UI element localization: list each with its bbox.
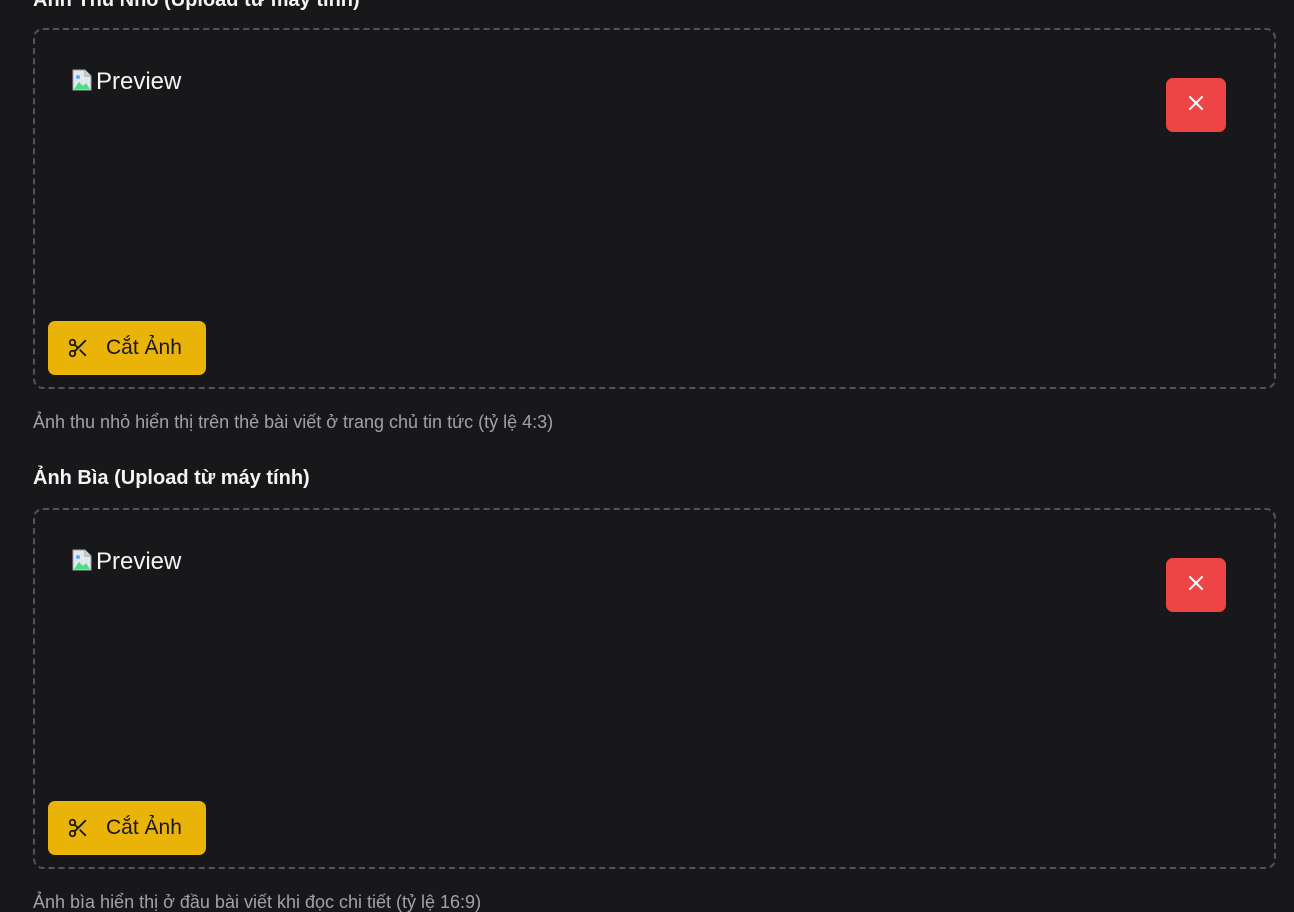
preview-alt-text: Preview [96, 548, 182, 575]
crop-button-label: Cắt Ảnh [106, 336, 182, 359]
broken-image-icon [72, 549, 92, 571]
cover-label: Ảnh Bìa (Upload từ máy tính) [33, 467, 310, 489]
close-icon [1187, 94, 1205, 117]
image-upload-form: Ảnh Thu Nhỏ (Upload từ máy tính) Preview [0, 0, 1294, 912]
cover-preview: Preview [72, 547, 181, 577]
thumbnail-remove-button[interactable] [1166, 78, 1226, 132]
close-icon [1187, 574, 1205, 597]
thumbnail-help-text: Ảnh thu nhỏ hiển thị trên thẻ bài viết ở… [33, 412, 554, 432]
cover-crop-button[interactable]: Cắt Ảnh [48, 801, 206, 855]
crop-button-label: Cắt Ảnh [106, 816, 182, 839]
broken-image-icon [72, 69, 92, 91]
cover-upload-box[interactable]: Preview Cắt Ảnh [33, 508, 1276, 869]
cover-remove-button[interactable] [1166, 558, 1226, 612]
scissors-icon [67, 817, 89, 839]
cover-help-text: Ảnh bìa hiển thị ở đầu bài viết khi đọc … [33, 892, 482, 912]
thumbnail-label: Ảnh Thu Nhỏ (Upload từ máy tính) [33, 0, 360, 11]
scissors-icon [67, 337, 89, 359]
thumbnail-crop-button[interactable]: Cắt Ảnh [48, 321, 206, 375]
thumbnail-upload-box[interactable]: Preview Cắt Ảnh [33, 28, 1276, 389]
thumbnail-preview: Preview [72, 67, 181, 97]
preview-alt-text: Preview [96, 68, 182, 95]
